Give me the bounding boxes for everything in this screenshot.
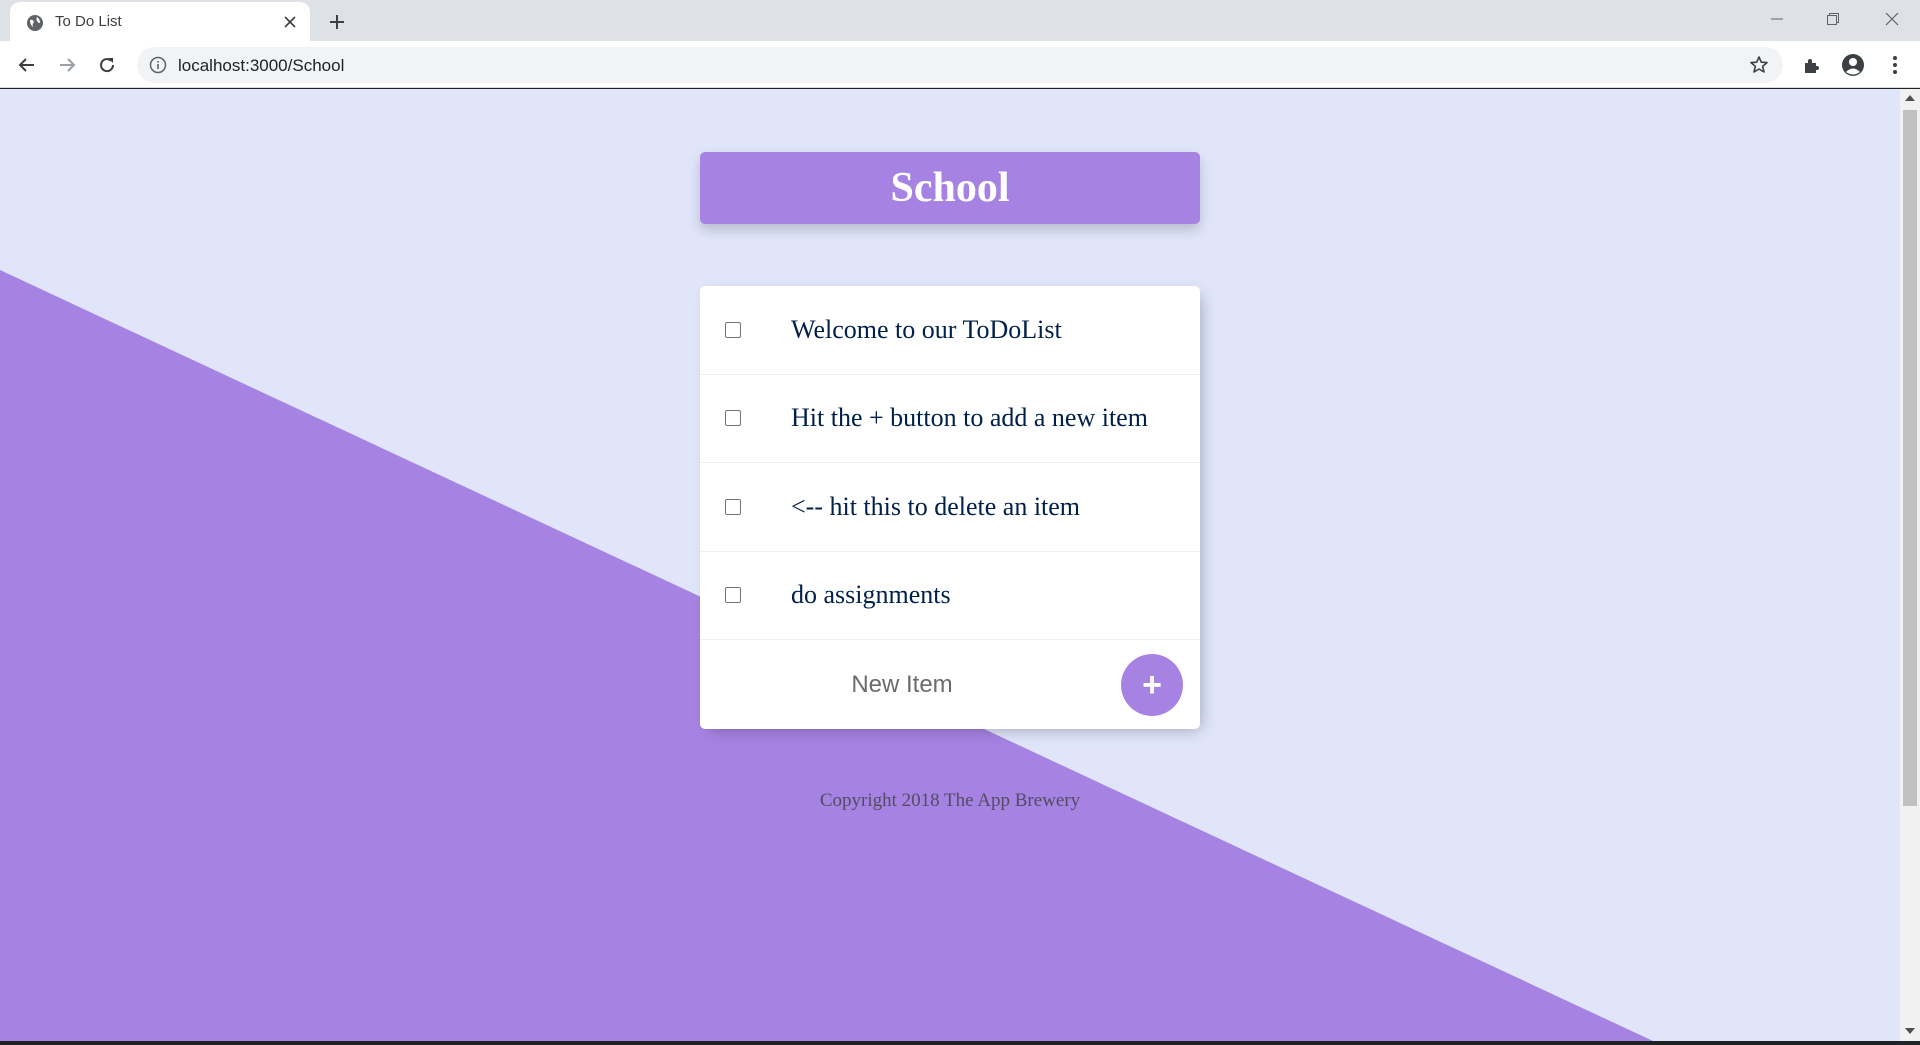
item-checkbox[interactable] [725, 321, 741, 338]
new-item-input[interactable] [752, 660, 1052, 710]
item-text: Hit the + button to add a new item [791, 403, 1148, 433]
item-checkbox[interactable] [725, 498, 741, 515]
tab-strip: To Do List [0, 0, 1920, 41]
close-icon[interactable] [280, 12, 300, 32]
restore-icon[interactable] [1805, 0, 1861, 38]
list-item: <-- hit this to delete an item [700, 463, 1200, 552]
list-item: Welcome to our ToDoList [700, 286, 1200, 375]
item-text: Welcome to our ToDoList [791, 314, 1062, 344]
address-bar[interactable]: localhost:3000/School [137, 47, 1783, 83]
todo-list-box: Welcome to our ToDoList Hit the + button… [700, 286, 1200, 729]
globe-favicon-icon [26, 14, 44, 32]
info-icon[interactable] [149, 56, 167, 74]
page-viewport: School Welcome to our ToDoList Hit the +… [0, 89, 1900, 1041]
item-checkbox[interactable] [725, 410, 741, 427]
list-item: Hit the + button to add a new item [700, 375, 1200, 463]
scrollbar-thumb[interactable] [1903, 110, 1917, 806]
footer-copyright: Copyright 2018 The App Brewery [819, 790, 1081, 811]
scroll-down-arrow-icon[interactable] [1905, 1028, 1915, 1034]
extensions-icon[interactable] [1800, 53, 1824, 77]
browser-tab[interactable]: To Do List [10, 2, 310, 41]
list-item: do assignments [700, 552, 1200, 640]
list-heading-box: School [700, 152, 1200, 224]
new-item-form: + [700, 640, 1200, 729]
add-item-button[interactable]: + [1121, 654, 1183, 716]
scroll-up-arrow-icon[interactable] [1905, 95, 1915, 101]
back-icon[interactable] [11, 49, 43, 81]
reload-icon[interactable] [91, 49, 123, 81]
browser-toolbar: localhost:3000/School [0, 41, 1920, 88]
window-bottom-edge [0, 1041, 1920, 1045]
item-text: do assignments [791, 580, 951, 610]
list-title: School [890, 165, 1010, 211]
close-window-icon[interactable] [1864, 0, 1920, 38]
scrollbar[interactable] [1900, 89, 1920, 1041]
url-text: localhost:3000/School [178, 56, 345, 75]
menu-icon[interactable] [1883, 53, 1907, 77]
plus-icon[interactable] [324, 9, 350, 35]
forward-icon[interactable] [51, 49, 83, 81]
item-checkbox[interactable] [725, 587, 741, 604]
minimize-icon[interactable] [1749, 0, 1805, 38]
tab-title: To Do List [55, 13, 122, 30]
profile-icon[interactable] [1841, 53, 1865, 77]
star-icon[interactable] [1749, 55, 1769, 75]
item-text: <-- hit this to delete an item [791, 491, 1081, 521]
